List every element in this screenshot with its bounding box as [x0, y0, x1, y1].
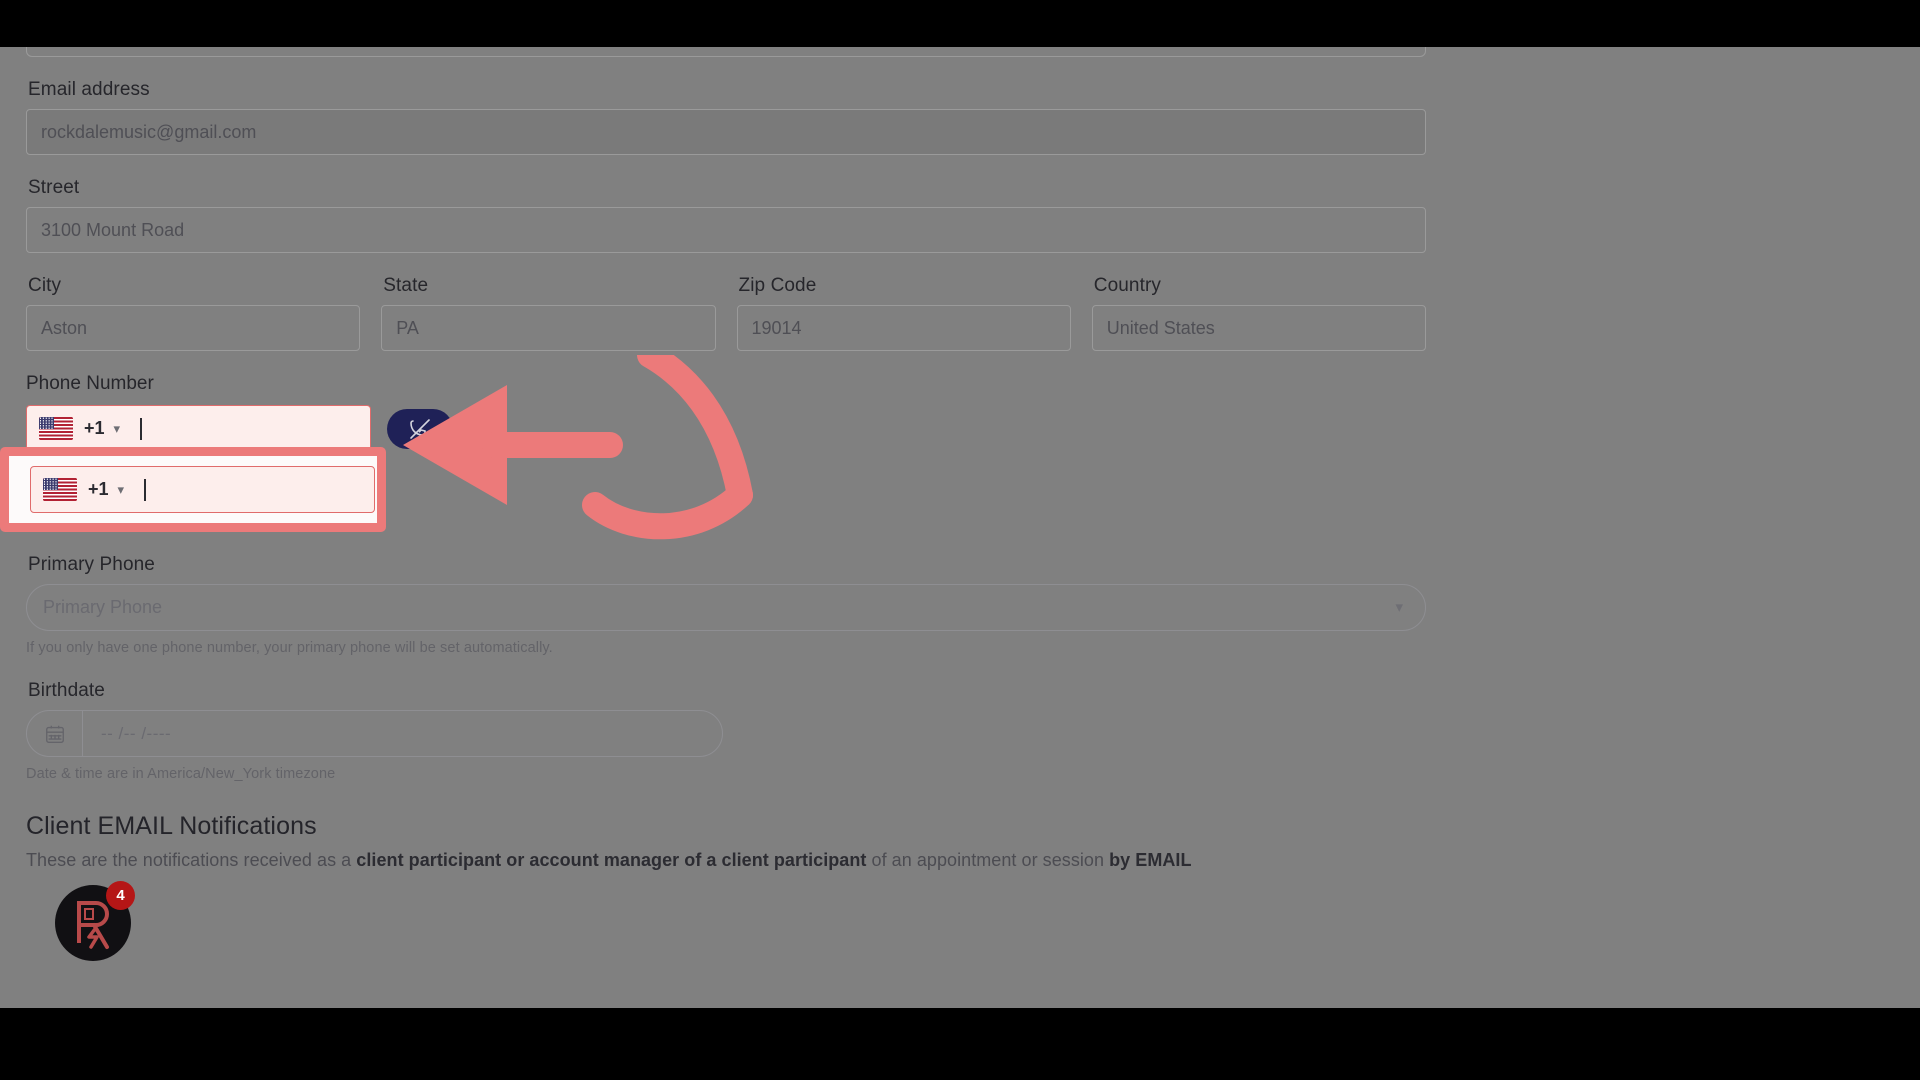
street-label: Street [28, 177, 80, 198]
us-flag-icon [43, 478, 77, 501]
rewind-badge: 4 [106, 881, 135, 910]
primary-phone-hint: If you only have one phone number, your … [26, 640, 553, 656]
chevron-down-icon[interactable]: ▾ [1377, 600, 1421, 615]
field-country: Country United States [1091, 275, 1426, 351]
remove-phone-button[interactable] [387, 408, 453, 449]
country-input[interactable]: United States [1091, 305, 1426, 351]
calendar-icon-cell[interactable] [27, 711, 83, 756]
country-label: Country [1093, 275, 1161, 296]
text-caret [140, 417, 142, 440]
chevron-down-icon[interactable]: ▾ [114, 422, 121, 435]
dial-code: +1 [84, 418, 105, 438]
phone-label: Phone Number [26, 373, 154, 394]
top-letterbox-bar [0, 0, 1920, 47]
section-title: Client EMAIL Notifications [26, 812, 317, 840]
zip-input[interactable]: 19014 [736, 305, 1071, 351]
zip-value: 19014 [751, 317, 802, 338]
city-label: City [28, 275, 62, 296]
desc-part-2: of an appointment or session [866, 850, 1110, 870]
desc-bold-2: by EMAIL [1109, 850, 1192, 870]
gender-select[interactable]: male ✕ ▾ [26, 47, 1426, 57]
text-caret [144, 478, 146, 501]
phone-number-input[interactable]: +1 ▾ [30, 466, 375, 513]
phone-off-icon [410, 418, 430, 439]
phone-number-input-underlay[interactable]: +1 ▾ [26, 405, 371, 452]
desc-part-1: These are the notifications received as … [26, 850, 357, 870]
city-input[interactable]: Aston [26, 305, 361, 351]
state-input[interactable]: PA [381, 305, 716, 351]
birthdate-input[interactable]: -- /-- /---- [26, 710, 723, 757]
bottom-letterbox-bar [0, 1008, 1920, 1080]
email-input[interactable]: rockdalemusic@gmail.com [26, 109, 1426, 155]
primary-phone-select[interactable]: Primary Phone ▾ [26, 584, 1426, 631]
street-value: 3100 Mount Road [41, 219, 185, 240]
address-row: City Aston State PA Zip Code 19014 Count… [26, 275, 1426, 351]
street-input[interactable]: 3100 Mount Road [26, 207, 1426, 253]
dial-code-value: +1 [88, 479, 109, 499]
country-value: United States [1106, 317, 1215, 338]
field-street: Street 3100 Mount Road [26, 177, 1426, 253]
birthdate-hint: Date & time are in America/New_York time… [26, 766, 336, 782]
highlight-annotation: +1 ▾ [0, 447, 386, 532]
birthdate-label: Birthdate [28, 680, 105, 701]
rewind-widget[interactable]: 4 [55, 881, 135, 961]
field-birthdate: Birthdate -- /-- /---- Date & time are i… [26, 680, 1426, 782]
screen-root: male ✕ ▾ Email address rockdalemusic@gma… [0, 0, 1920, 1080]
email-label: Email address [28, 79, 150, 100]
state-value: PA [396, 317, 419, 338]
page-scrim: male ✕ ▾ Email address rockdalemusic@gma… [0, 47, 1920, 1080]
desc-bold-1: client participant or account manager of… [356, 850, 867, 870]
birthdate-value[interactable]: -- /-- /---- [83, 724, 722, 744]
chevron-down-icon[interactable]: ▾ [118, 483, 125, 496]
phone-row: +1 ▾ [26, 405, 1426, 452]
field-zip: Zip Code 19014 [736, 275, 1071, 351]
primary-phone-placeholder: Primary Phone [43, 597, 163, 617]
field-email: Email address rockdalemusic@gmail.com [26, 79, 1426, 155]
client-email-notifications-section: Client EMAIL Notifications These are the… [26, 812, 1426, 871]
field-city: City Aston [26, 275, 361, 351]
state-label: State [383, 275, 429, 296]
calendar-icon [45, 725, 64, 743]
field-primary-phone: Primary Phone Primary Phone ▾ If you onl… [26, 554, 1426, 656]
field-gender: male ✕ ▾ [26, 47, 1426, 57]
city-value: Aston [41, 317, 88, 338]
email-value: rockdalemusic@gmail.com [41, 121, 257, 142]
zip-label: Zip Code [738, 275, 817, 296]
section-description: These are the notifications received as … [26, 850, 1426, 871]
field-state: State PA [381, 275, 716, 351]
us-flag-icon [39, 417, 73, 440]
primary-phone-label: Primary Phone [28, 554, 155, 575]
